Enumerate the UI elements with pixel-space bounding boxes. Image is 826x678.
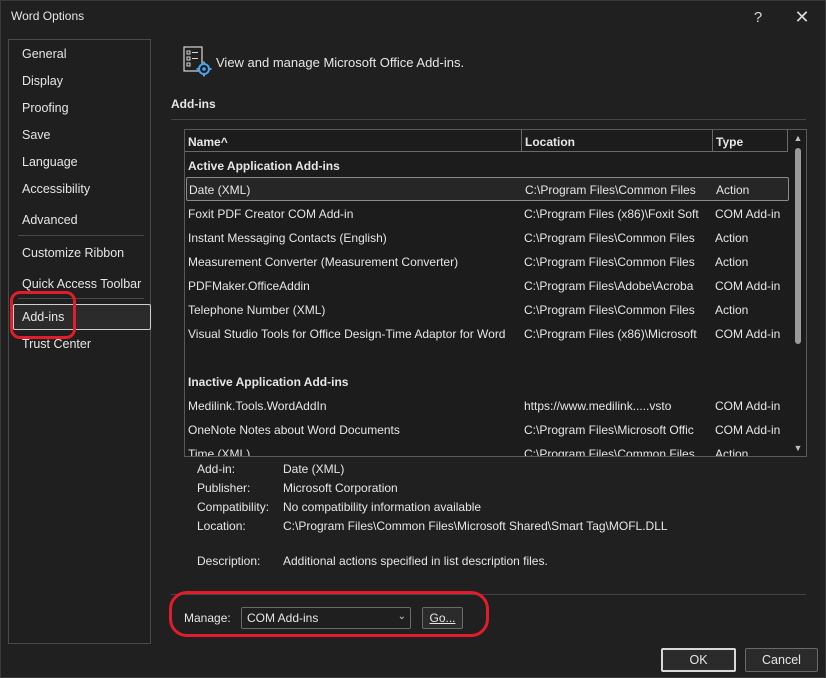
table-row[interactable]: Telephone Number (XML) C:\Program Files\… [185, 298, 790, 322]
sidebar-item-display[interactable]: Display [22, 74, 63, 88]
addin-name: Date (XML) [189, 183, 251, 197]
addin-location: C:\Program Files\Common Files [524, 255, 695, 269]
addin-name: Medilink.Tools.WordAddIn [188, 399, 327, 413]
detail-compatibility-value: No compatibility information available [283, 500, 482, 514]
sidebar-item-language[interactable]: Language [22, 155, 78, 169]
table-row[interactable]: Date (XML) C:\Program Files\Common Files… [186, 177, 789, 201]
table-row[interactable]: Visual Studio Tools for Office Design-Ti… [185, 322, 790, 346]
red-highlight-annotation [169, 591, 489, 637]
sidebar-item-quick-access-toolbar[interactable]: Quick Access Toolbar [22, 277, 141, 291]
window-title: Word Options [11, 9, 85, 23]
table-row[interactable]: PDFMaker.OfficeAddin C:\Program Files\Ad… [185, 274, 790, 298]
help-button[interactable]: ? [743, 5, 773, 29]
addin-name: Foxit PDF Creator COM Add-in [188, 207, 354, 221]
addin-name: OneNote Notes about Word Documents [188, 423, 400, 437]
addin-location: C:\Program Files\Common Files [524, 447, 695, 457]
addin-type: COM Add-in [715, 399, 781, 413]
sidebar-item-proofing[interactable]: Proofing [22, 101, 69, 115]
addin-name: Instant Messaging Contacts (English) [188, 231, 387, 245]
group-label: Inactive Application Add-ins [188, 375, 349, 389]
group-label: Active Application Add-ins [188, 159, 340, 173]
addin-type: COM Add-in [715, 279, 781, 293]
column-header-name-label: Name [188, 135, 221, 149]
addin-name: Visual Studio Tools for Office Design-Ti… [188, 327, 506, 341]
column-header-type[interactable]: Type [713, 130, 788, 152]
addin-type: Action [716, 183, 750, 197]
addin-location: C:\Program Files\Common Files [524, 231, 695, 245]
addin-location: C:\Program Files\Microsoft Offic [524, 423, 694, 437]
detail-publisher-label: Publisher: [197, 481, 251, 495]
addin-type: Action [715, 303, 749, 317]
scroll-up-icon[interactable]: ▲ [793, 133, 803, 143]
addin-location: C:\Program Files (x86)\Foxit Soft [524, 207, 699, 221]
column-header-name[interactable]: Name^ [185, 130, 522, 152]
detail-addin-value: Date (XML) [283, 462, 345, 476]
addin-type: Action [715, 255, 749, 269]
list-group-header: Inactive Application Add-ins [185, 370, 790, 394]
addin-type: COM Add-in [715, 207, 781, 221]
addin-location: https://www.medilink.....vsto [524, 399, 672, 413]
sidebar-divider [18, 235, 144, 236]
detail-description-label: Description: [197, 554, 261, 568]
addin-name: Measurement Converter (Measurement Conve… [188, 255, 459, 269]
scrollbar-thumb[interactable] [795, 148, 801, 344]
ok-button[interactable]: OK [661, 648, 736, 672]
addin-name: PDFMaker.OfficeAddin [188, 279, 310, 293]
section-divider [171, 119, 806, 120]
addin-location: C:\Program Files (x86)\Microsoft [524, 327, 697, 341]
detail-location-value: C:\Program Files\Common Files\Microsoft … [283, 519, 668, 533]
sidebar-item-advanced[interactable]: Advanced [22, 213, 78, 227]
addin-location: C:\Program Files\Adobe\Acroba [524, 279, 694, 293]
list-group-header: Active Application Add-ins [185, 154, 790, 178]
detail-location-label: Location: [197, 519, 246, 533]
sidebar-item-save[interactable]: Save [22, 128, 51, 142]
cancel-button[interactable]: Cancel [745, 648, 818, 672]
addin-type: Action [715, 447, 749, 457]
detail-publisher-value: Microsoft Corporation [283, 481, 398, 495]
sidebar-item-customize-ribbon[interactable]: Customize Ribbon [22, 246, 124, 260]
table-row[interactable]: Medilink.Tools.WordAddIn https://www.med… [185, 394, 790, 418]
word-options-dialog: Word Options ? ✕ General Display Proofin… [0, 0, 826, 678]
page-header-text: View and manage Microsoft Office Add-ins… [216, 55, 465, 70]
detail-addin-label: Add-in: [197, 462, 236, 476]
red-highlight-annotation [10, 291, 76, 339]
addins-list[interactable]: Name^ Location Type Active Application A… [184, 129, 807, 457]
sidebar-item-general[interactable]: General [22, 47, 66, 61]
list-scrollbar[interactable]: ▲ ▼ [790, 130, 805, 456]
table-row[interactable]: Instant Messaging Contacts (English) C:\… [185, 226, 790, 250]
scroll-down-icon[interactable]: ▼ [793, 443, 803, 453]
sidebar-item-trust-center[interactable]: Trust Center [22, 337, 91, 351]
column-header-location[interactable]: Location [522, 130, 713, 152]
addin-type: Action [715, 231, 749, 245]
close-icon[interactable]: ✕ [787, 5, 817, 29]
section-title: Add-ins [171, 97, 216, 111]
table-row[interactable]: OneNote Notes about Word Documents C:\Pr… [185, 418, 790, 442]
table-row[interactable]: Time (XML) C:\Program Files\Common Files… [185, 442, 790, 457]
addins-gear-icon [183, 46, 212, 77]
addin-name: Telephone Number (XML) [188, 303, 326, 317]
sidebar-item-accessibility[interactable]: Accessibility [22, 182, 90, 196]
detail-description-value: Additional actions specified in list des… [283, 554, 548, 568]
sort-indicator-icon: ^ [220, 135, 228, 149]
table-row[interactable]: Foxit PDF Creator COM Add-in C:\Program … [185, 202, 790, 226]
addin-location: C:\Program Files\Common Files [524, 303, 695, 317]
addin-name: Time (XML) [188, 447, 251, 457]
addin-location: C:\Program Files\Common Files [525, 183, 696, 197]
table-row[interactable]: Measurement Converter (Measurement Conve… [185, 250, 790, 274]
detail-compatibility-label: Compatibility: [197, 500, 270, 514]
addin-type: COM Add-in [715, 423, 781, 437]
options-sidebar: General Display Proofing Save Language A… [8, 39, 151, 644]
title-bar: Word Options ? ✕ [1, 1, 825, 33]
addin-type: COM Add-in [715, 327, 781, 341]
